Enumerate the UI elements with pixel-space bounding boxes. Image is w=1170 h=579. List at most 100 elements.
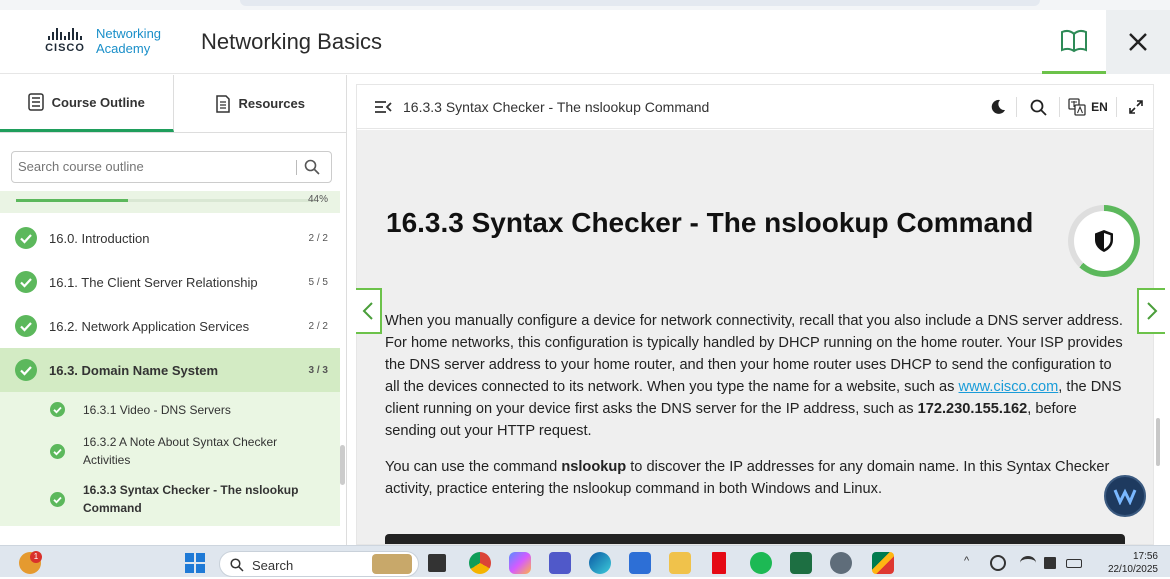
netflix-icon[interactable]: [712, 552, 726, 574]
tab-resources-label: Resources: [238, 96, 305, 111]
taskbar-search-label: Search: [252, 558, 294, 573]
sidebar-scrollbar[interactable]: [340, 445, 345, 485]
paragraph-dns: When you manually configure a device for…: [385, 310, 1125, 442]
content-scrollbar[interactable]: [1156, 418, 1160, 466]
cisco-logo-mark: CISCO: [38, 28, 92, 54]
task-view-icon[interactable]: [428, 554, 446, 572]
battery-icon[interactable]: [1066, 559, 1082, 568]
module-label: 16.3. Domain Name System: [49, 362, 219, 378]
windows-start-button[interactable]: [184, 552, 206, 574]
shield-icon: [1095, 230, 1113, 252]
previous-page-button[interactable]: [356, 288, 382, 334]
fullscreen-button[interactable]: [1117, 99, 1153, 115]
module-label: 16.2. Network Application Services: [49, 318, 250, 334]
notification-badge: 1: [30, 551, 42, 563]
outline-module-16-2[interactable]: 16.2. Network Application Services 2 / 2: [0, 304, 340, 348]
dark-mode-button[interactable]: [980, 99, 1016, 115]
subitem-label-line1: 16.3.3 Syntax Checker - The nslookup: [83, 483, 299, 497]
content-search-button[interactable]: [1017, 99, 1059, 116]
spotify-icon[interactable]: [750, 552, 772, 574]
sync-icon[interactable]: [990, 555, 1006, 571]
language-button[interactable]: EN: [1060, 98, 1116, 116]
academy-line2: Academy: [96, 41, 151, 56]
outline-subitem-16-3-2[interactable]: 16.3.2 A Note About Syntax Checker Activ…: [0, 428, 340, 476]
outline-subitem-16-3-1[interactable]: 16.3.1 Video - DNS Servers: [0, 392, 340, 428]
cisco-bars-icon: [38, 28, 92, 40]
tray-chevron-up-icon[interactable]: ^: [964, 555, 969, 567]
edge-icon[interactable]: [589, 552, 611, 574]
check-complete-icon: [15, 227, 37, 249]
subitem-label-line2: Command: [83, 501, 142, 515]
teams-icon[interactable]: [549, 552, 571, 574]
next-page-button[interactable]: [1137, 288, 1165, 334]
search-icon[interactable]: [304, 159, 320, 175]
module-count: 2 / 2: [308, 232, 328, 244]
file-explorer-icon[interactable]: [669, 552, 691, 574]
search-icon: [230, 558, 244, 572]
subitem-label-line1: 16.3.2 A Note About Syntax Checker: [83, 435, 278, 449]
check-complete-icon: [50, 492, 65, 507]
collapse-menu-icon[interactable]: [374, 100, 392, 114]
wifi-icon[interactable]: [1020, 556, 1036, 570]
check-complete-icon: [50, 402, 65, 417]
clock-time: 17:56: [1132, 551, 1158, 562]
syntax-checker-terminal[interactable]: [385, 534, 1125, 544]
module-count: 5 / 5: [308, 276, 328, 288]
check-complete-icon: [15, 359, 37, 381]
course-sidebar: Course Outline Resources 44% 16.0. Intro…: [0, 75, 347, 545]
copilot-icon[interactable]: [509, 552, 531, 574]
cisco-networking-academy-logo[interactable]: CISCO Networking Academy: [38, 26, 161, 56]
tab-resources[interactable]: Resources: [174, 75, 347, 132]
volume-icon[interactable]: [1044, 557, 1056, 569]
flag-app-icon[interactable]: [872, 552, 894, 574]
expand-icon: [1129, 100, 1143, 114]
browser-address-bar[interactable]: [240, 0, 1040, 6]
outline-icon: [27, 93, 44, 111]
completion-ring: [1068, 205, 1140, 277]
outline-subitem-16-3-3[interactable]: 16.3.3 Syntax Checker - The nslookup Com…: [0, 476, 340, 526]
progress-percent: 44%: [307, 194, 328, 205]
moon-icon: [991, 99, 1005, 114]
assistant-icon: [1113, 488, 1137, 505]
taskbar-search[interactable]: Search: [219, 551, 419, 577]
content-toolbar-title: 16.3.3 Syntax Checker - The nslookup Com…: [403, 99, 710, 115]
nslookup-command: nslookup: [561, 459, 627, 475]
content-toolbar: 16.3.3 Syntax Checker - The nslookup Com…: [357, 85, 1153, 129]
settings-gear-icon[interactable]: [830, 552, 852, 574]
subitem-label: 16.3.3 Syntax Checker - The nslookup Com…: [83, 481, 298, 517]
check-complete-icon: [15, 271, 37, 293]
search-icon: [1030, 99, 1047, 116]
paragraph-nslookup: You can use the command nslookup to disc…: [385, 456, 1125, 500]
close-button[interactable]: [1106, 10, 1170, 74]
tab-course-outline[interactable]: Course Outline: [0, 75, 174, 132]
module-label: 16.1. The Client Server Relationship: [49, 274, 258, 290]
chrome-icon[interactable]: [469, 552, 491, 574]
outline-module-16-1[interactable]: 16.1. The Client Server Relationship 5 /…: [0, 260, 340, 304]
browser-top-strip: [0, 0, 1170, 10]
windows-taskbar: Search ^ 17:56 22/10/2025: [0, 545, 1170, 577]
progress-fill: [16, 199, 129, 202]
outline-search-input[interactable]: [18, 159, 288, 174]
outline-module-16-3[interactable]: 16.3. Domain Name System 3 / 3: [0, 348, 340, 392]
search-highlight-icon: [372, 554, 412, 574]
outline-module-16-0[interactable]: 16.0. Introduction 2 / 2: [0, 216, 340, 260]
store-icon[interactable]: [629, 552, 651, 574]
clock-date: 22/10/2025: [1107, 564, 1158, 575]
assistant-bubble-button[interactable]: [1104, 475, 1146, 517]
cisco-link[interactable]: www.cisco.com: [959, 379, 1059, 395]
course-progress: 44%: [0, 191, 340, 213]
progress-track: [16, 199, 316, 202]
check-complete-icon: [15, 315, 37, 337]
excel-icon[interactable]: [790, 552, 812, 574]
course-book-button[interactable]: [1042, 10, 1106, 74]
content-body: 16.3.3 Syntax Checker - The nslookup Com…: [357, 130, 1153, 544]
course-outline-list: 16.0. Introduction 2 / 2 16.1. The Clien…: [0, 216, 340, 526]
close-icon: [1129, 33, 1147, 51]
translate-icon: [1068, 98, 1086, 116]
app-header: CISCO Networking Academy Networking Basi…: [0, 10, 1170, 74]
taskbar-clock[interactable]: 17:56 22/10/2025: [1108, 550, 1158, 576]
academy-line1: Networking: [96, 26, 162, 41]
course-title: Networking Basics: [201, 29, 382, 54]
module-16-3-subitems: 16.3.1 Video - DNS Servers 16.3.2 A Note…: [0, 392, 340, 526]
content-tools: EN: [980, 85, 1153, 129]
